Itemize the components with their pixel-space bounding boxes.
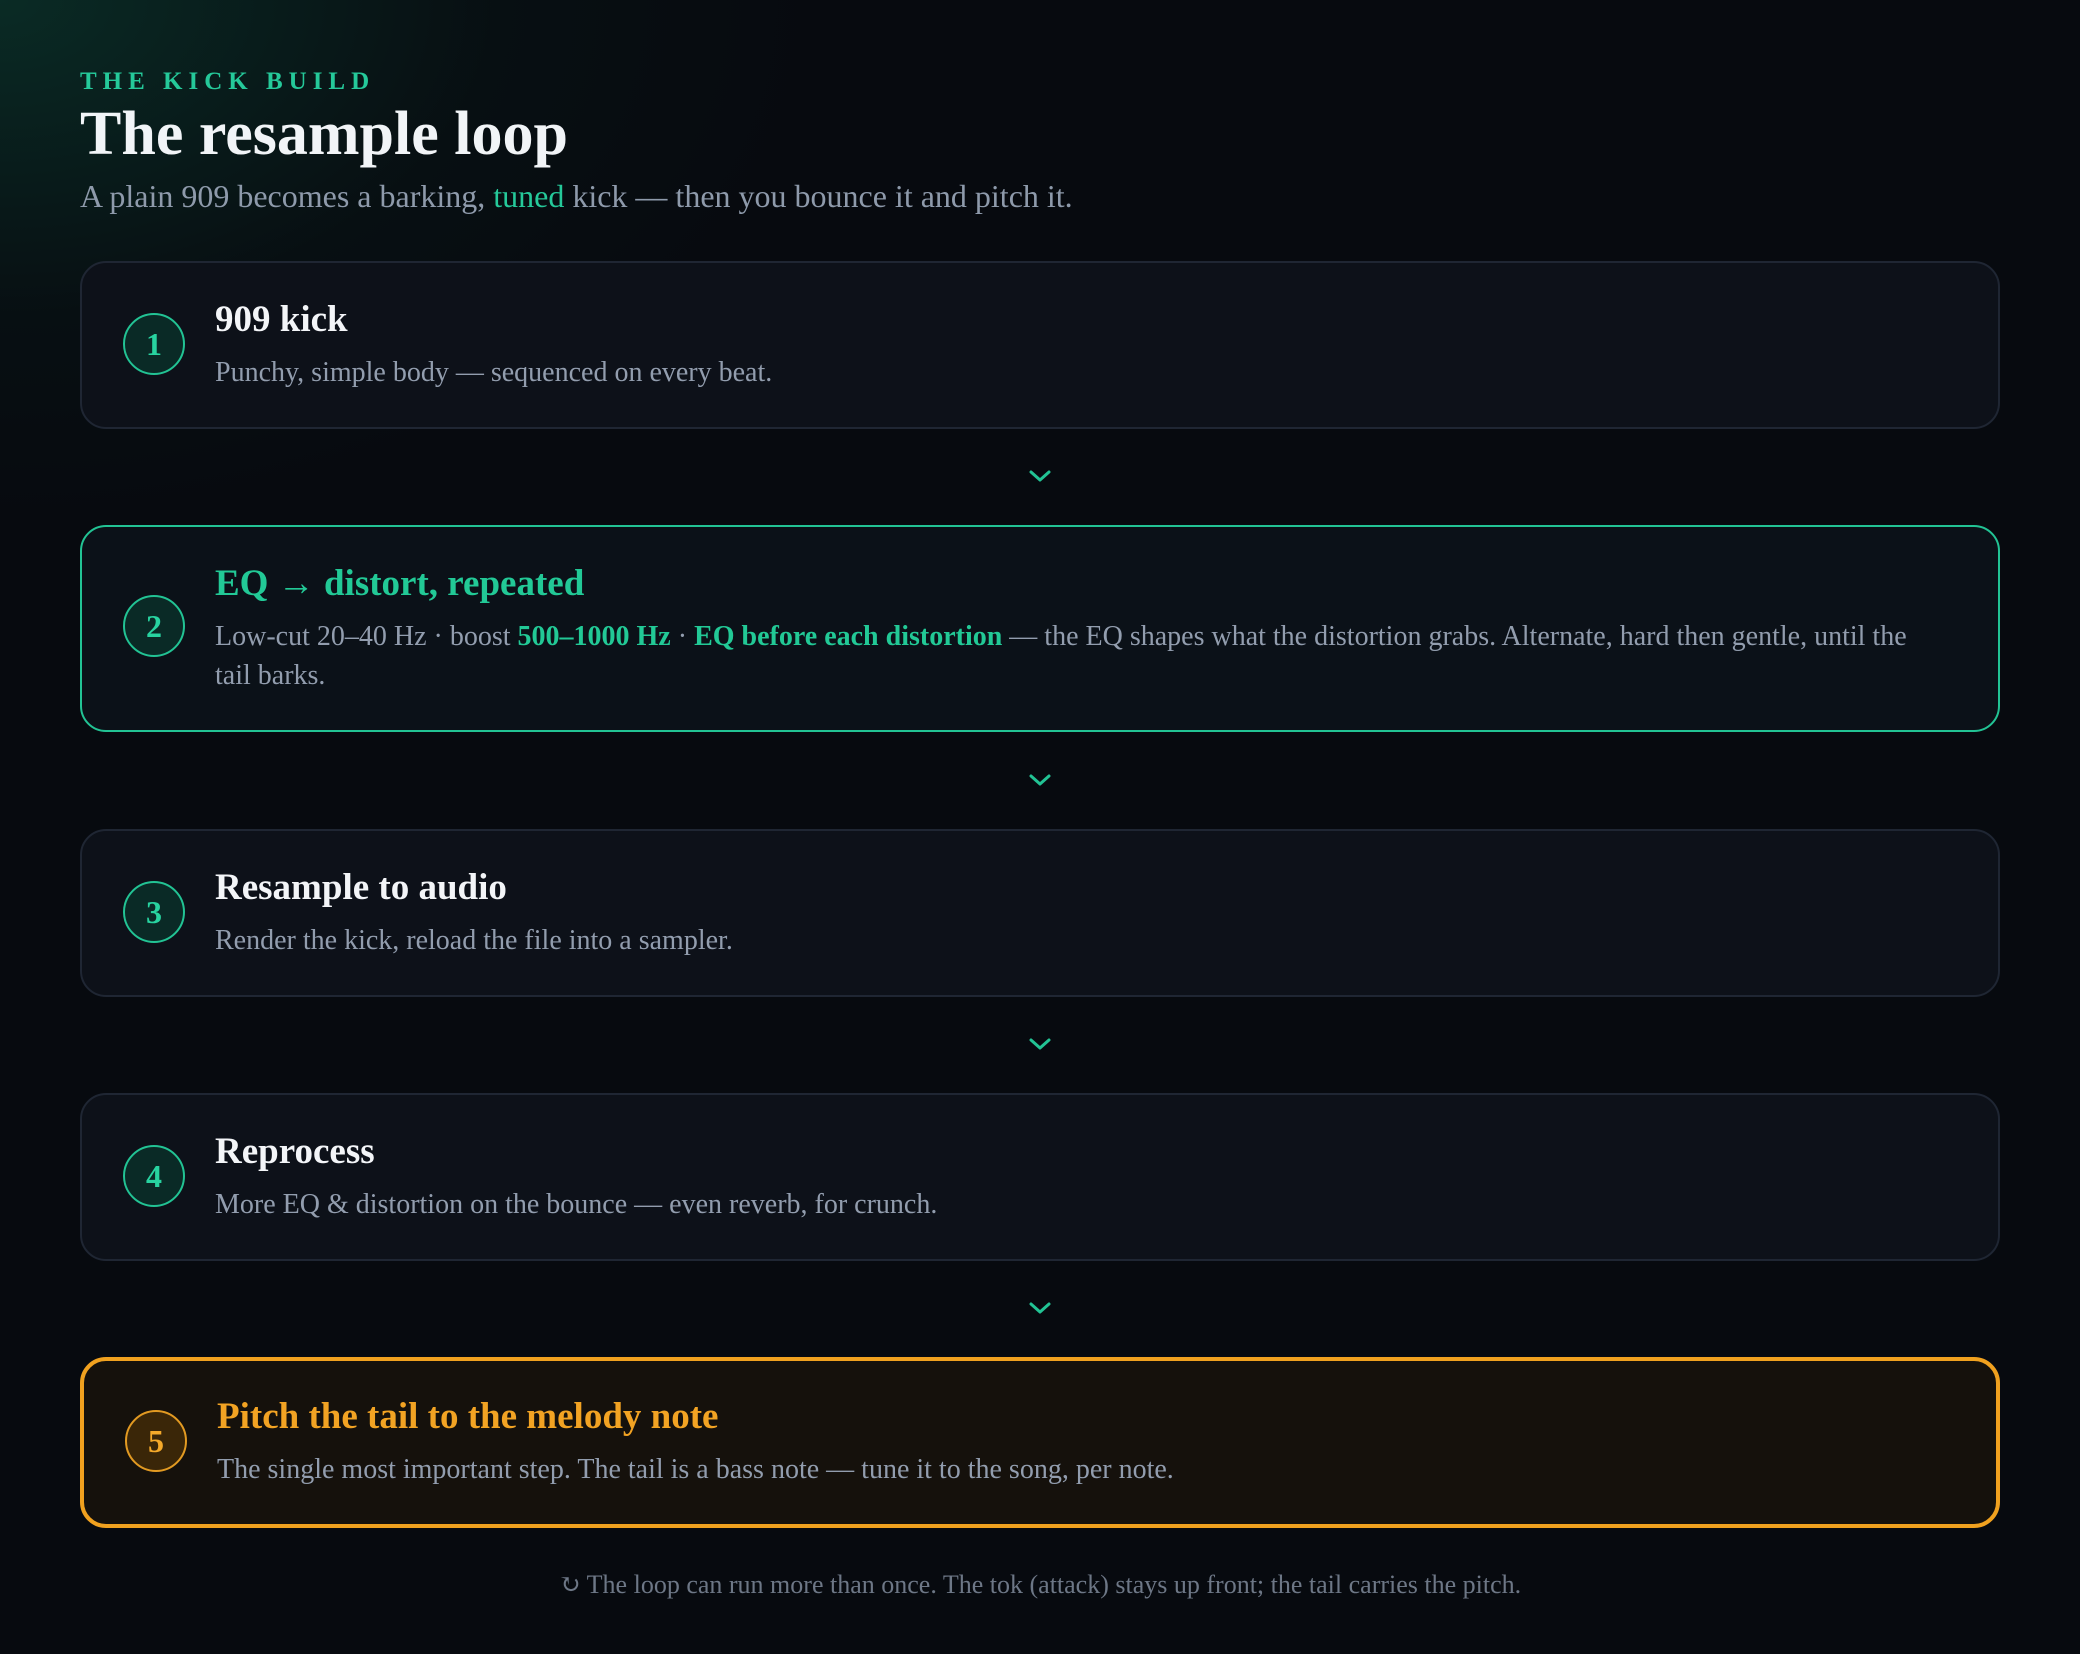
- desc-highlight-eq-order: EQ before each distortion: [694, 621, 1003, 652]
- step-description: Low-cut 20–40 Hz · boost 500–1000 Hz · E…: [215, 617, 1938, 695]
- subtitle-text-end: kick — then you bounce it and pitch it.: [564, 178, 1073, 214]
- step-number-badge: 1: [123, 313, 185, 375]
- step-title: Reprocess: [215, 1131, 375, 1172]
- subtitle-text: A plain 909 becomes a barking,: [80, 178, 494, 214]
- page-subtitle: A plain 909 becomes a barking, tuned kic…: [80, 178, 1073, 215]
- step-card-4: 4 Reprocess More EQ & distortion on the …: [80, 1093, 2000, 1261]
- chevron-down-icon: [1029, 470, 1051, 482]
- desc-text: ·: [670, 621, 695, 652]
- step-card-1: 1 909 kick Punchy, simple body — sequenc…: [80, 261, 2000, 429]
- step-title: 909 kick: [215, 299, 348, 340]
- step-title: Pitch the tail to the melody note: [217, 1396, 719, 1437]
- step-number-badge: 2: [123, 595, 185, 657]
- footer-note: ↻ The loop can run more than once. The t…: [80, 1570, 2000, 1600]
- step-title: Resample to audio: [215, 867, 507, 908]
- step-description: The single most important step. The tail…: [217, 1454, 1174, 1485]
- chevron-down-icon: [1029, 1302, 1051, 1314]
- page-title: The resample loop: [80, 100, 568, 168]
- step-title: EQ → distort, repeated: [215, 563, 585, 604]
- subtitle-accent: tuned: [493, 178, 565, 214]
- step-description: Render the kick, reload the file into a …: [215, 925, 733, 956]
- eyebrow-label: THE KICK BUILD: [80, 68, 376, 95]
- step-card-5: 5 Pitch the tail to the melody note The …: [80, 1357, 2000, 1528]
- step-card-2: 2 EQ → distort, repeated Low-cut 20–40 H…: [80, 525, 2000, 732]
- footer-text: The loop can run more than once. The tok…: [586, 1570, 1522, 1599]
- step-card-3: 3 Resample to audio Render the kick, rel…: [80, 829, 2000, 997]
- loop-arrow-icon: ↻: [558, 1570, 581, 1599]
- chevron-down-icon: [1029, 1038, 1051, 1050]
- step-number-badge: 4: [123, 1145, 185, 1207]
- step-number-badge: 3: [123, 881, 185, 943]
- step-number-badge: 5: [125, 1410, 187, 1472]
- step-description: More EQ & distortion on the bounce — eve…: [215, 1189, 938, 1220]
- chevron-down-icon: [1029, 774, 1051, 786]
- step-description: Punchy, simple body — sequenced on every…: [215, 357, 773, 388]
- desc-text: Low-cut 20–40 Hz · boost: [215, 621, 518, 652]
- desc-highlight-frequency: 500–1000 Hz: [517, 621, 671, 652]
